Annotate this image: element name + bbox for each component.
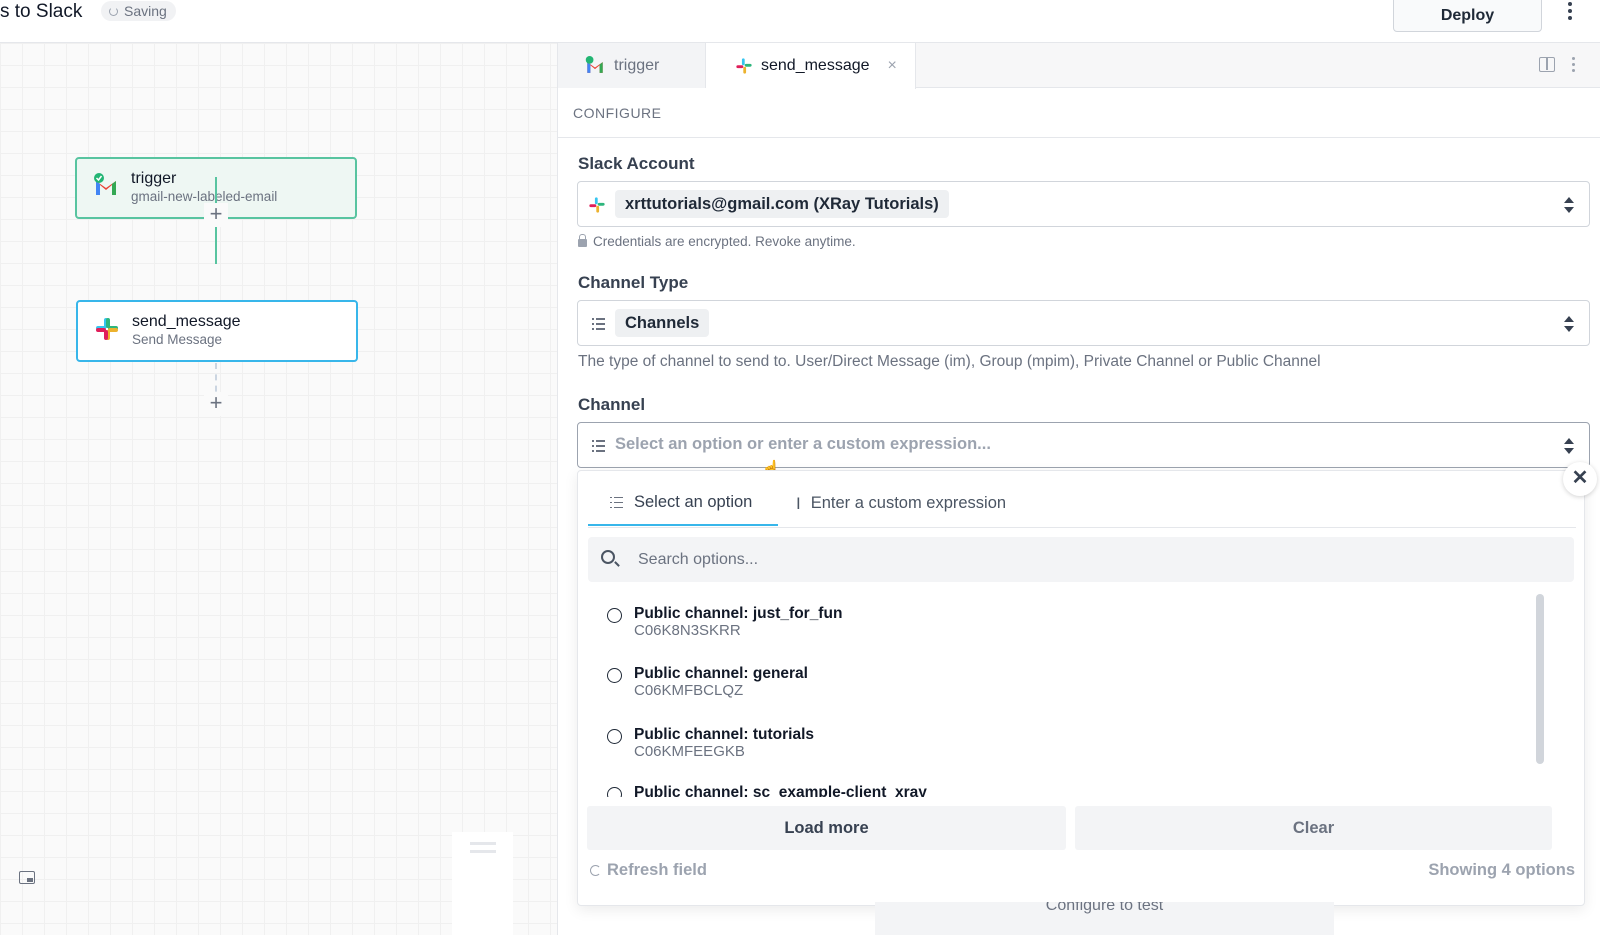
option-id: C06K8N3SKRR [634,622,741,639]
list-icon [592,440,606,452]
slack-account-value: xrttutorials@gmail.com (XRay Tutorials) [615,190,949,218]
search-options-input[interactable] [638,548,1538,572]
tab-trigger-label: trigger [614,56,660,74]
trigger-node-subtitle: gmail-new-labeled-email [131,189,278,204]
list-item[interactable]: Public channel: general C06KMFBCLQZ [588,665,1528,715]
more-options-icon[interactable] [1562,0,1578,22]
radio-button[interactable] [607,729,622,744]
deploy-button[interactable]: Deploy [1393,0,1542,32]
panel-drag-handle[interactable] [452,832,513,935]
option-title: Public channel: just_for_fun [634,605,843,622]
options-scrollbar[interactable] [1536,594,1544,764]
radio-button[interactable] [607,668,622,683]
clear-button[interactable]: Clear [1075,806,1552,850]
slack-icon [589,197,605,213]
refresh-field-label: Refresh field [607,861,707,879]
gmail-icon [94,173,116,195]
refresh-field-button[interactable]: Refresh field [590,861,707,880]
radio-button[interactable] [607,608,622,623]
refresh-icon [590,865,601,876]
slack-account-select[interactable]: xrttutorials@gmail.com (XRay Tutorials) [577,181,1590,227]
channel-type-value: Channels [615,309,710,337]
configure-section-title: CONFIGURE [558,88,1600,138]
saving-label: Saving [124,3,167,19]
options-count: Showing 4 options [1428,861,1575,879]
channel-type-select[interactable]: Channels [577,300,1590,346]
options-list: Public channel: just_for_fun C06K8N3SKRR… [588,591,1574,797]
workflow-canvas[interactable]: trigger gmail-new-labeled-email + send_m… [0,43,557,935]
list-icon [610,496,624,509]
spinner-icon [109,6,118,16]
top-bar: s to Slack Saving Deploy [0,0,1600,43]
slack-account-label: Slack Account [578,154,695,173]
tab-custom-expression-label: Enter a custom expression [810,494,1007,512]
minimap-toggle-icon[interactable] [19,871,35,884]
channel-label: Channel [578,395,646,414]
saving-status-badge: Saving [101,1,176,21]
select-arrows-icon [1564,316,1574,332]
search-icon [601,550,615,564]
send-message-node-subtitle: Send Message [132,332,223,347]
tab-trigger[interactable]: trigger [558,43,706,88]
split-view-icon[interactable] [1539,57,1555,72]
option-title: Public channel: tutorials [634,726,814,743]
channel-placeholder: Select an option or enter a custom expre… [615,435,991,453]
channel-select[interactable]: Select an option or enter a custom expre… [577,422,1590,468]
slack-icon [736,58,752,74]
select-arrows-icon [1564,197,1574,213]
channel-options-popover: Select an option I Enter a custom expres… [577,470,1585,906]
credentials-note-text: Credentials are encrypted. Revoke anytim… [593,234,856,249]
list-item[interactable]: Public channel: sc_example-client_xray [588,784,1528,797]
option-id: C06KMFEEGKB [634,743,745,760]
panel-more-icon[interactable] [1570,57,1576,73]
tab-select-option[interactable]: Select an option [588,481,778,526]
tab-select-option-label: Select an option [634,493,753,511]
slack-icon [96,318,118,340]
send-message-node[interactable]: send_message Send Message [76,300,358,362]
workflow-title[interactable]: s to Slack [0,0,82,24]
step-tabs: trigger send_message × [558,43,1600,89]
add-step-button[interactable]: + [204,203,228,227]
tab-custom-expression[interactable]: I Enter a custom expression [788,481,1006,526]
list-item[interactable]: Public channel: tutorials C06KMFEEGKB [588,726,1528,776]
close-icon[interactable]: ✕ [1563,462,1597,496]
credentials-note: Credentials are encrypted. Revoke anytim… [578,234,856,249]
list-icon [592,318,606,330]
radio-button[interactable] [607,787,622,797]
text-cursor-icon: I [796,493,801,513]
option-title: Public channel: sc_example-client_xray [634,784,927,797]
list-item[interactable]: Public channel: just_for_fun C06K8N3SKRR [588,605,1528,655]
tab-send-message[interactable]: send_message × [706,43,916,89]
option-title: Public channel: general [634,665,808,682]
tabs-divider [588,527,1576,528]
add-step-button[interactable]: + [204,392,228,416]
channel-type-label: Channel Type [578,273,689,292]
load-more-button[interactable]: Load more [587,806,1066,850]
tab-send-message-label: send_message [761,57,870,74]
select-arrows-icon [1564,438,1574,454]
lock-icon [578,234,587,247]
option-search [588,537,1574,582]
close-tab-icon[interactable]: × [888,57,897,75]
channel-type-help: The type of channel to send to. User/Dir… [578,353,1321,370]
configure-to-test-button[interactable]: Configure to test [875,902,1334,935]
send-message-node-title: send_message [132,313,241,330]
gmail-icon [585,55,603,73]
trigger-node-title: trigger [131,170,177,187]
option-id: C06KMFBCLQZ [634,682,744,699]
